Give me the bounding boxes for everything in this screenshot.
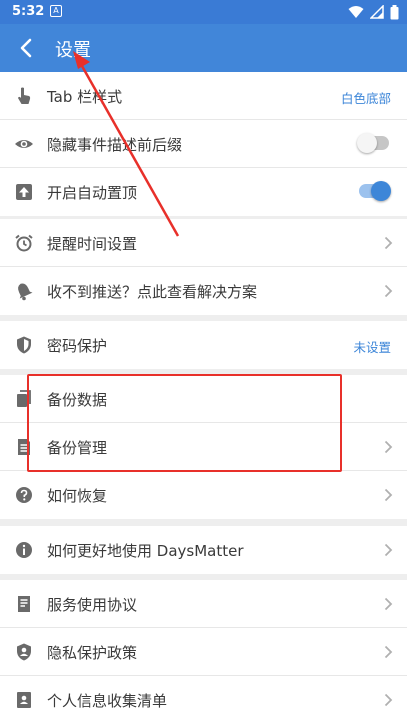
help-icon [16, 487, 32, 503]
eye-icon [15, 140, 33, 148]
setting-hide-affix[interactable]: 隐藏事件描述前后缀 [0, 120, 407, 168]
app-bar: 设置 [0, 24, 407, 72]
setting-label: 如何恢复 [47, 487, 108, 505]
setting-privacy-policy[interactable]: 隐私保护政策 [0, 628, 407, 676]
agreement-icon [18, 596, 30, 612]
chevron-right-icon [384, 543, 393, 557]
chevron-right-icon [384, 693, 393, 707]
settings-section-security: 密码保护 未设置 [0, 321, 407, 369]
setting-service-agreement[interactable]: 服务使用协议 [0, 580, 407, 628]
chevron-right-icon [384, 645, 393, 659]
battery-icon [390, 4, 399, 19]
chevron-right-icon [384, 284, 393, 298]
setting-auto-top[interactable]: 开启自动置顶 [0, 168, 407, 216]
chevron-right-icon [384, 597, 393, 611]
setting-push-help[interactable]: 收不到推送？点此查看解决方案 [0, 267, 407, 315]
personal-info-icon [17, 692, 31, 708]
setting-password[interactable]: 密码保护 未设置 [0, 321, 407, 369]
settings-section-reminder: 提醒时间设置 收不到推送？点此查看解决方案 [0, 219, 407, 315]
setting-label: Tab 栏样式 [47, 88, 123, 106]
setting-label: 如何更好地使用 DaysMatter [47, 542, 244, 560]
upload-top-icon [16, 184, 32, 200]
setting-value: 未设置 [353, 340, 391, 355]
settings-section-display: Tab 栏样式 白色底部 隐藏事件描述前后缀 开启自动置顶 [0, 72, 407, 216]
settings-section-legal: 服务使用协议 隐私保护政策 个人信息收集清单 [0, 580, 407, 723]
status-bar: 5:32 A [0, 0, 407, 24]
chevron-right-icon [384, 236, 393, 250]
setting-label: 密码保护 [47, 337, 108, 355]
chevron-right-icon [384, 440, 393, 454]
tab-touch-icon [18, 87, 31, 104]
settings-section-guide: 如何更好地使用 DaysMatter [0, 526, 407, 574]
auto-top-toggle[interactable] [359, 181, 391, 201]
back-arrow-icon[interactable] [14, 35, 40, 61]
setting-label: 提醒时间设置 [47, 235, 138, 253]
setting-label: 服务使用协议 [47, 596, 138, 614]
status-time: 5:32 [12, 4, 45, 19]
signal-icon [370, 5, 384, 19]
annotation-highlight-box [27, 374, 342, 472]
toggle-knob [357, 133, 377, 153]
setting-tab-style[interactable]: Tab 栏样式 白色底部 [0, 72, 407, 120]
setting-reminder-time[interactable]: 提醒时间设置 [0, 219, 407, 267]
setting-label: 隐藏事件描述前后缀 [47, 136, 183, 154]
setting-value: 白色底部 [340, 91, 391, 106]
setting-how-restore[interactable]: 如何恢复 [0, 471, 407, 519]
notification-icon: A [50, 5, 62, 17]
setting-label: 个人信息收集清单 [47, 692, 168, 710]
setting-label: 隐私保护政策 [47, 644, 138, 662]
setting-label: 收不到推送？点此查看解决方案 [47, 283, 258, 301]
shield-icon [17, 336, 31, 354]
chevron-right-icon [384, 488, 393, 502]
alarm-clock-icon [15, 234, 33, 252]
setting-usage-guide[interactable]: 如何更好地使用 DaysMatter [0, 526, 407, 574]
setting-label: 开启自动置顶 [47, 184, 138, 202]
wifi-icon [348, 6, 364, 18]
page-title: 设置 [55, 40, 91, 61]
privacy-icon [17, 643, 31, 661]
status-icons [348, 4, 399, 20]
setting-personal-info-list[interactable]: 个人信息收集清单 [0, 676, 407, 723]
hide-affix-toggle[interactable] [357, 133, 389, 153]
toggle-knob [371, 181, 391, 201]
bell-icon [18, 283, 33, 301]
info-icon [16, 542, 32, 558]
